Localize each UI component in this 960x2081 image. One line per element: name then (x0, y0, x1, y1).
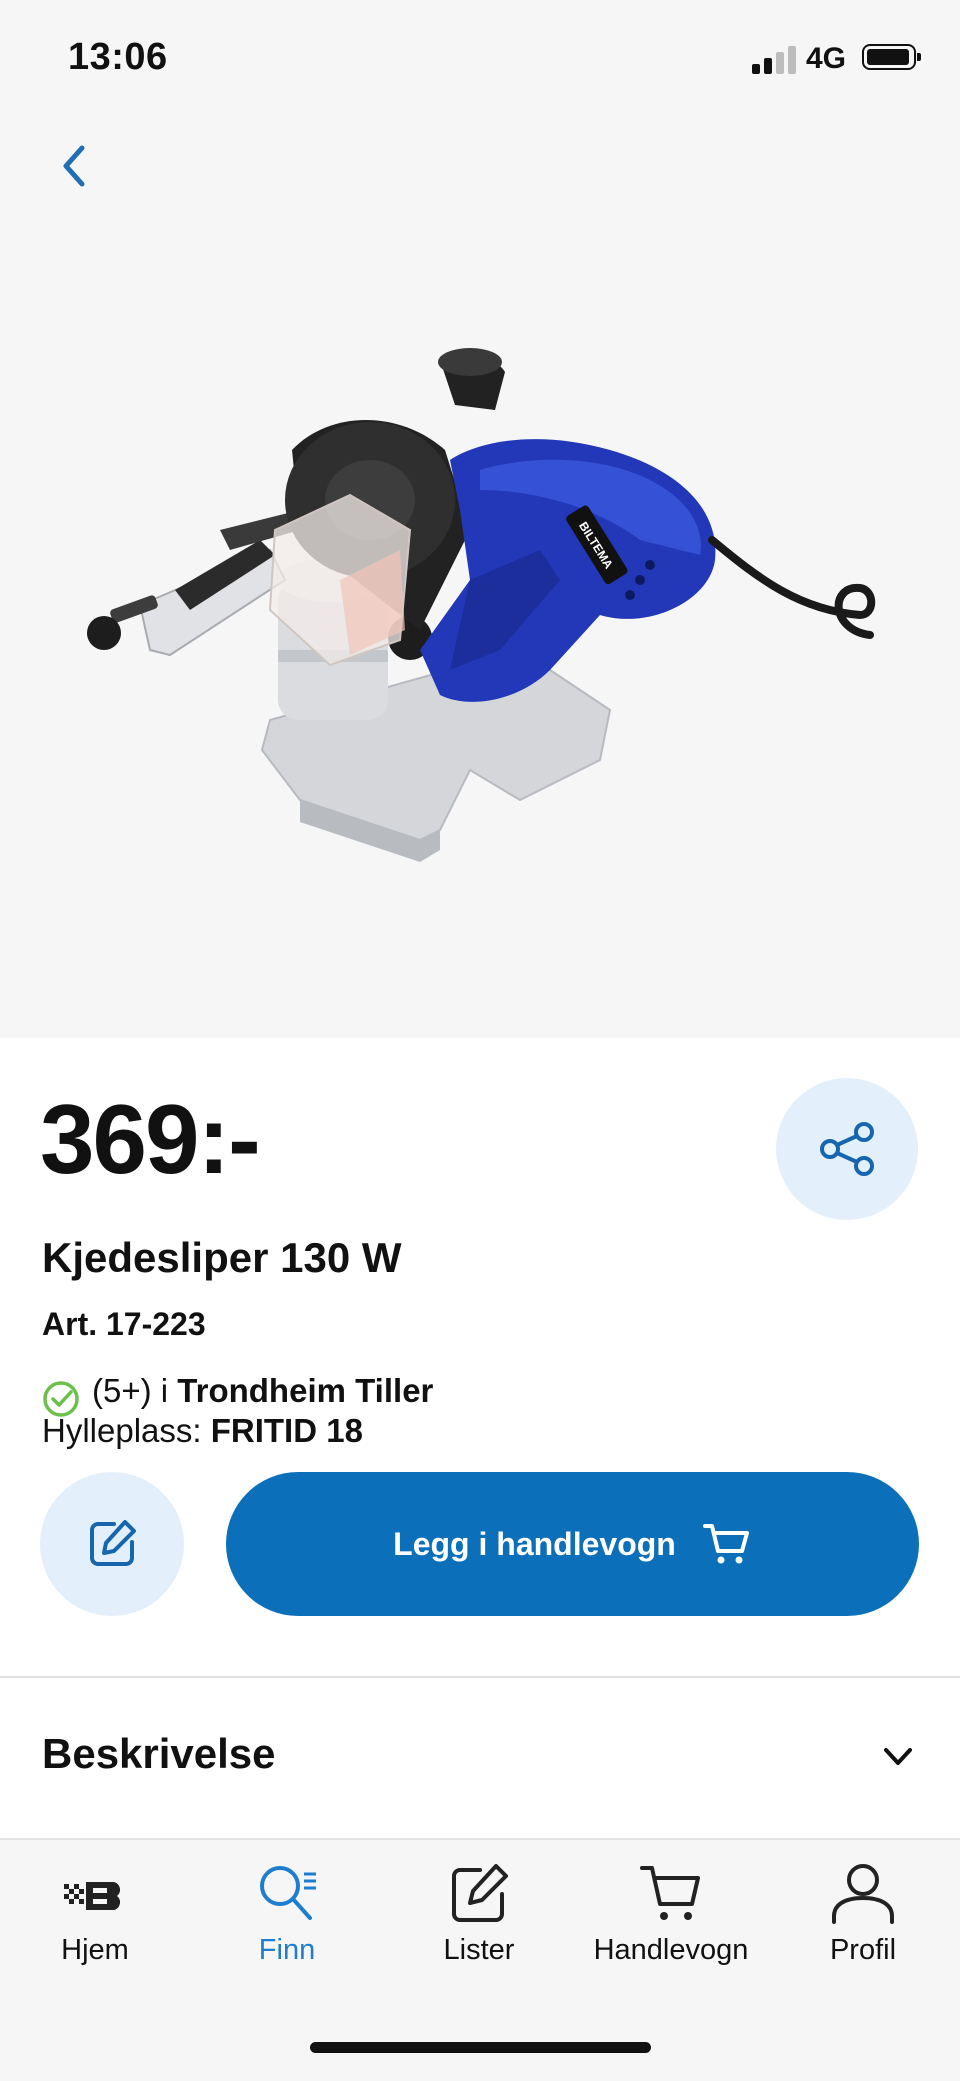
product-title: Kjedesliper 130 W (42, 1234, 402, 1281)
network-type: 4G (806, 42, 847, 75)
tab-label: Handlevogn (593, 1934, 749, 1966)
tab-label: Lister (443, 1934, 515, 1966)
tab-profil[interactable]: Profil (778, 1858, 948, 1967)
tab-label: Finn (258, 1934, 316, 1966)
edit-list-icon (452, 1864, 508, 1922)
stock-status: (5+) i Trondheim Tiller (92, 1372, 433, 1410)
signal-icon (752, 44, 797, 74)
tab-finn[interactable]: Finn (202, 1858, 372, 1967)
section-divider (0, 1676, 960, 1678)
back-button[interactable] (52, 138, 100, 194)
status-time: 13:06 (68, 36, 168, 78)
add-to-list-button[interactable] (40, 1472, 184, 1616)
share-icon (820, 1122, 874, 1176)
profile-icon (832, 1864, 894, 1924)
chevron-down-icon[interactable] (880, 1744, 916, 1770)
tab-label: Hjem (61, 1934, 129, 1966)
cart-icon (640, 1866, 700, 1920)
share-button[interactable] (776, 1078, 918, 1220)
tab-lister[interactable]: Lister (394, 1858, 564, 1967)
tab-label: Profil (829, 1934, 897, 1966)
home-indicator[interactable] (310, 2042, 651, 2053)
cart-icon (702, 1524, 749, 1564)
add-to-cart-button[interactable]: Legg i handlevogn (226, 1472, 919, 1616)
product-price: 369:- (40, 1084, 261, 1194)
tab-hjem[interactable]: Hjem (10, 1858, 180, 1967)
tab-handlevogn[interactable]: Handlevogn (586, 1858, 756, 1967)
edit-icon (90, 1520, 136, 1566)
shelf-value: FRITID 18 (210, 1412, 363, 1449)
chevron-left-icon (63, 145, 85, 187)
product-image-area: BILTEMA (0, 110, 960, 1038)
shelf-label: Hylleplass: (42, 1412, 211, 1449)
product-image[interactable]: BILTEMA (0, 110, 960, 1038)
battery-icon (862, 44, 921, 70)
description-header[interactable]: Beskrivelse (42, 1730, 276, 1778)
search-icon (260, 1866, 316, 1920)
shelf-location: Hylleplass: FRITID 18 (42, 1412, 363, 1450)
add-to-cart-label: Legg i handlevogn (393, 1525, 676, 1562)
store-name[interactable]: Trondheim Tiller (177, 1372, 433, 1409)
biltema-logo-icon (64, 1882, 121, 1910)
stock-count: (5+) i (92, 1372, 178, 1409)
article-number: Art. 17-223 (42, 1306, 206, 1342)
